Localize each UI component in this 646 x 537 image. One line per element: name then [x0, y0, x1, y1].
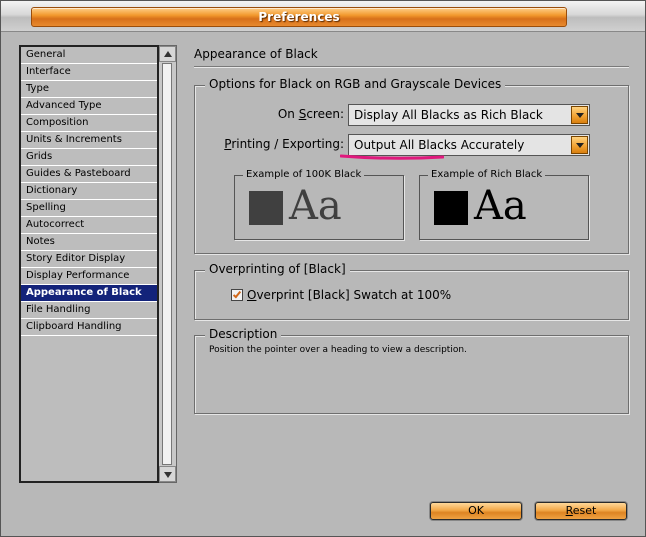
overprint-checkbox[interactable] [231, 289, 243, 301]
sidebar-item[interactable]: Story Editor Display [21, 251, 157, 268]
printing-exporting-dropdown[interactable]: Output All Blacks Accurately [348, 134, 590, 156]
sidebar-item[interactable]: Grids [21, 149, 157, 166]
on-screen-label: On Screen: [277, 107, 344, 121]
on-screen-dropdown[interactable]: Display All Blacks as Rich Black [348, 104, 590, 126]
ok-button[interactable]: OK [430, 502, 522, 520]
sidebar-item[interactable]: General [21, 47, 157, 64]
title-pill: Preferences [31, 7, 567, 27]
example-rich-legend: Example of Rich Black [428, 169, 546, 180]
100k-black-sample: Aa [289, 183, 342, 229]
printing-exporting-label: Printing / Exporting: [224, 137, 344, 151]
category-scrollbar[interactable] [159, 45, 177, 483]
scroll-track[interactable] [162, 63, 172, 465]
up-arrow-icon [164, 51, 172, 57]
checkmark-icon [232, 289, 242, 299]
overprint-legend: Overprinting of [Black] [205, 262, 350, 276]
sidebar-item[interactable]: Composition [21, 115, 157, 132]
description-text: Position the pointer over a heading to v… [209, 345, 467, 355]
sidebar-item[interactable]: Clipboard Handling [21, 319, 157, 336]
reset-button[interactable]: Reset [535, 502, 627, 520]
category-list: General Interface Type Advanced Type Composi… [19, 45, 159, 483]
sidebar-item[interactable]: Autocorrect [21, 217, 157, 234]
example-rich-black: Example of Rich Black Aa [419, 169, 589, 240]
overprint-checkbox-label[interactable]: Overprint [Black] Swatch at 100% [247, 288, 451, 302]
sidebar-item[interactable]: Spelling [21, 200, 157, 217]
on-screen-value: Display All Blacks as Rich Black [354, 108, 543, 122]
rich-black-sample: Aa [474, 183, 527, 229]
section-heading: Appearance of Black [194, 47, 318, 61]
sidebar-item[interactable]: Notes [21, 234, 157, 251]
example-100k-legend: Example of 100K Black [243, 169, 365, 180]
example-100k-black: Example of 100K Black Aa [234, 169, 404, 240]
sidebar-item[interactable]: Type [21, 81, 157, 98]
sidebar-item[interactable]: Interface [21, 64, 157, 81]
sidebar-item[interactable]: Dictionary [21, 183, 157, 200]
heading-divider [194, 66, 629, 68]
highlight-underline [340, 154, 444, 160]
sidebar-item[interactable]: Guides & Pasteboard [21, 166, 157, 183]
rich-black-swatch [434, 191, 468, 225]
scroll-down-button[interactable] [159, 466, 176, 482]
chevron-down-icon [576, 143, 584, 148]
printing-exporting-value: Output All Blacks Accurately [354, 138, 525, 152]
on-screen-dropdown-button[interactable] [571, 106, 588, 124]
down-arrow-icon [164, 472, 172, 478]
sidebar-item[interactable]: Display Performance [21, 268, 157, 285]
100k-black-swatch [249, 191, 283, 225]
sidebar-item[interactable]: Advanced Type [21, 98, 157, 115]
chevron-down-icon [576, 113, 584, 118]
preferences-window: Preferences General Interface Type Advanced… [0, 0, 646, 537]
scroll-up-button[interactable] [159, 46, 176, 62]
description-legend: Description [205, 327, 282, 341]
sidebar-item[interactable]: File Handling [21, 302, 157, 319]
window-title: Preferences [258, 10, 340, 24]
sidebar-item[interactable]: Appearance of Black [21, 285, 157, 302]
black-options-legend: Options for Black on RGB and Grayscale D… [205, 77, 506, 91]
printing-exporting-dropdown-button[interactable] [571, 136, 588, 154]
sidebar-item[interactable]: Units & Increments [21, 132, 157, 149]
title-bar[interactable]: Preferences [1, 1, 645, 32]
